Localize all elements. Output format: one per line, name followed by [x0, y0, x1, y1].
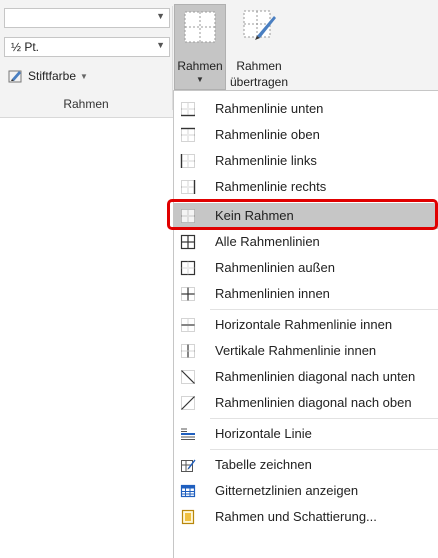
borders-dropdown-menu: Rahmenlinie unten Rahmenlinie oben Rahme… [173, 90, 438, 558]
inside-horizontal-border-icon [181, 318, 195, 332]
menu-item-border-top[interactable]: Rahmenlinie oben [174, 122, 438, 148]
menu-item-label: Horizontale Linie [215, 426, 312, 441]
menu-item-label: Tabelle zeichnen [215, 457, 312, 472]
menu-item-label: Rahmenlinien diagonal nach unten [215, 369, 416, 384]
inside-borders-icon [181, 287, 195, 301]
menu-item-inside-borders[interactable]: Rahmenlinien innen [174, 281, 438, 307]
menu-item-border-bottom[interactable]: Rahmenlinie unten [174, 96, 438, 122]
diagonal-up-border-icon [181, 396, 195, 410]
menu-item-all-borders[interactable]: Alle Rahmenlinien [174, 229, 438, 255]
border-bottom-icon [181, 102, 195, 117]
menu-item-label: Rahmenlinie links [215, 153, 317, 168]
inside-vertical-border-icon [181, 344, 195, 358]
menu-item-label: Vertikale Rahmenlinie innen [215, 343, 377, 358]
menu-item-border-right[interactable]: Rahmenlinie rechts [174, 174, 438, 200]
menu-item-borders-shading[interactable]: Rahmen und Schattierung... [174, 504, 438, 530]
menu-separator [210, 309, 438, 310]
menu-item-outside-borders[interactable]: Rahmenlinien außen [174, 255, 438, 281]
chevron-down-icon: ▼ [196, 75, 204, 84]
menu-item-label: Rahmenlinien innen [215, 286, 330, 301]
border-painter-icon [243, 10, 276, 40]
menu-item-view-gridlines[interactable]: Gitternetzlinien anzeigen [174, 478, 438, 504]
menu-separator [210, 418, 438, 419]
view-gridlines-icon [180, 484, 196, 498]
menu-item-label: Rahmenlinien diagonal nach oben [215, 395, 412, 410]
borders-shading-icon [181, 509, 195, 525]
border-right-icon [181, 180, 196, 194]
chevron-down-icon[interactable]: ▼ [156, 40, 165, 50]
border-top-icon [181, 127, 195, 142]
all-borders-icon [180, 234, 196, 250]
pen-weight-combo[interactable]: ½ Pt. ▼ [4, 37, 170, 57]
border-painter-button[interactable]: Rahmen übertragen [229, 4, 289, 90]
pen-color-icon [8, 70, 22, 83]
diagonal-down-border-icon [181, 370, 195, 384]
menu-item-label: Gitternetzlinien anzeigen [215, 483, 359, 498]
borders-icon [184, 11, 216, 43]
menu-item-label: Rahmenlinie unten [215, 101, 324, 116]
menu-item-label: Rahmen und Schattierung... [215, 509, 377, 524]
border-painter-label-line2: übertragen [229, 75, 289, 89]
chevron-down-icon[interactable]: ▼ [156, 11, 165, 21]
borders-button-label: Rahmen [177, 59, 223, 73]
borders-dropdown-button[interactable]: Rahmen ▼ [174, 4, 226, 90]
group-label-borders: Rahmen [63, 97, 109, 111]
pen-color-button[interactable]: Stiftfarbe ▼ [8, 68, 88, 84]
menu-item-diagonal-up-border[interactable]: Rahmenlinien diagonal nach oben [174, 390, 438, 416]
menu-item-label: Horizontale Rahmenlinie innen [215, 317, 393, 332]
menu-item-label: Rahmenlinie oben [215, 127, 320, 142]
pen-weight-value: ½ Pt. [11, 40, 40, 54]
menu-item-border-left[interactable]: Rahmenlinie links [174, 148, 438, 174]
border-left-icon [180, 154, 195, 168]
horizontal-line-icon [181, 428, 195, 440]
border-style-combo[interactable]: ▼ [4, 8, 170, 28]
menu-item-inside-horizontal-border[interactable]: Horizontale Rahmenlinie innen [174, 312, 438, 338]
pen-color-label: Stiftfarbe [28, 69, 77, 83]
menu-item-label: Alle Rahmenlinien [215, 234, 320, 249]
menu-item-label: Rahmenlinie rechts [215, 179, 327, 194]
border-painter-label-line1: Rahmen [236, 59, 282, 73]
selection-highlight [167, 199, 438, 230]
menu-item-draw-table[interactable]: Tabelle zeichnen [174, 452, 438, 478]
menu-item-horizontal-line[interactable]: Horizontale Linie [174, 421, 438, 447]
menu-item-label: Rahmenlinien außen [215, 260, 335, 275]
menu-separator [210, 449, 438, 450]
draw-table-icon [181, 459, 196, 472]
menu-item-inside-vertical-border[interactable]: Vertikale Rahmenlinie innen [174, 338, 438, 364]
chevron-down-icon: ▼ [80, 71, 88, 81]
outside-borders-icon [180, 260, 196, 276]
menu-item-diagonal-down-border[interactable]: Rahmenlinien diagonal nach unten [174, 364, 438, 390]
border-painter-label: Rahmen übertragen [229, 58, 289, 90]
